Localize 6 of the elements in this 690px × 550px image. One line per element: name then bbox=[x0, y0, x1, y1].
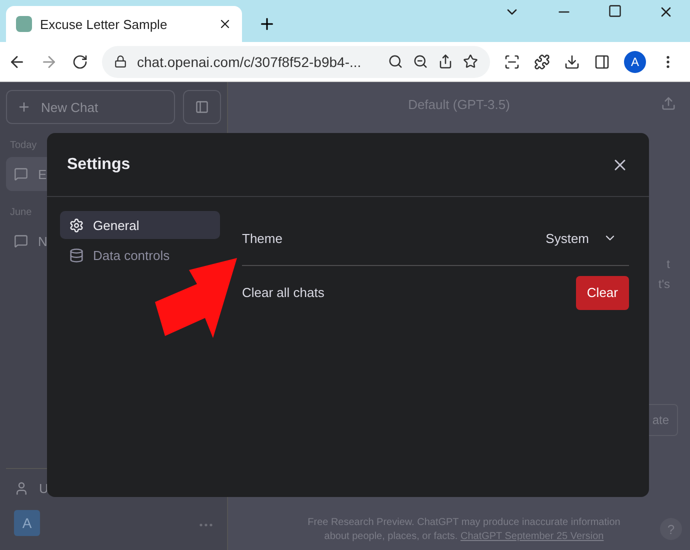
setting-label: Theme bbox=[242, 230, 282, 246]
chat-title: E bbox=[38, 166, 47, 182]
tab-title: Excuse Letter Sample bbox=[40, 16, 168, 32]
chat-title: N bbox=[38, 234, 48, 248]
dialog-title: Settings bbox=[67, 156, 130, 174]
setting-label: Clear all chats bbox=[242, 285, 324, 300]
